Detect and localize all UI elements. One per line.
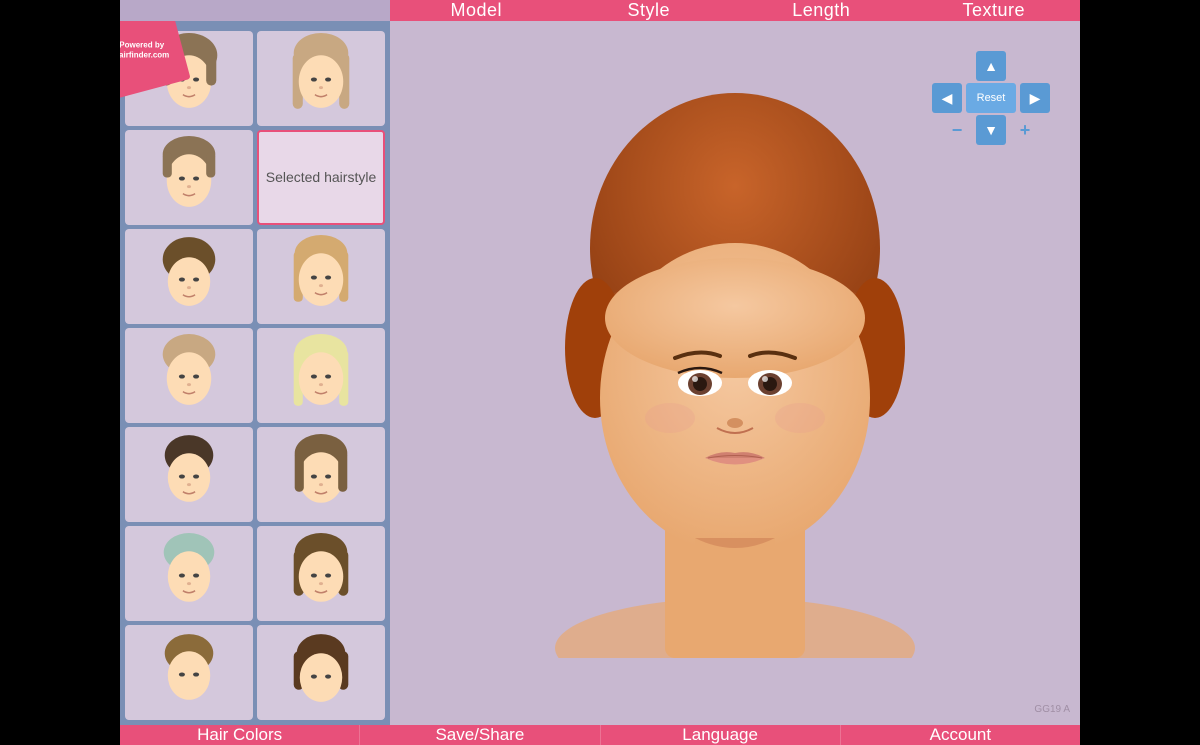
brand-text: Powered by hairfinder.com: [120, 40, 182, 61]
tab-language[interactable]: Language: [601, 725, 841, 745]
model-preview: [495, 88, 975, 658]
selected-hairstyle-label: Selected hairstyle: [266, 168, 377, 186]
hairstyle-thumb-4-selected[interactable]: Selected hairstyle: [257, 130, 385, 225]
move-right-button[interactable]: ▶: [1020, 83, 1050, 113]
top-navigation: Model Style Length Texture: [120, 0, 1080, 21]
hairstyle-thumb-3[interactable]: [125, 130, 253, 225]
tab-style[interactable]: Style: [563, 0, 736, 21]
move-down-button[interactable]: ▼: [976, 115, 1006, 145]
nav-row-top: ▲: [976, 51, 1006, 81]
tab-length[interactable]: Length: [735, 0, 908, 21]
hairstyle-thumb-6[interactable]: [257, 229, 385, 324]
hairstyle-row-2: [125, 229, 385, 324]
tab-model[interactable]: Model: [390, 0, 563, 21]
hairstyle-thumb-8[interactable]: [257, 328, 385, 423]
main-content: Powered by hairfinder.com: [120, 21, 1080, 725]
hairstyle-row-1: Selected hairstyle: [125, 130, 385, 225]
tab-save-share[interactable]: Save/Share: [360, 725, 600, 745]
tab-hair-colors[interactable]: Hair Colors: [120, 725, 360, 745]
hairstyle-row-3: [125, 328, 385, 423]
move-up-button[interactable]: ▲: [976, 51, 1006, 81]
hairstyle-thumb-14[interactable]: [257, 625, 385, 720]
tab-texture[interactable]: Texture: [908, 0, 1081, 21]
hairstyle-thumb-10[interactable]: [257, 427, 385, 522]
top-nav-tabs: Model Style Length Texture: [390, 0, 1080, 21]
zoom-in-button[interactable]: +: [1010, 115, 1040, 145]
hairstyle-row-5: [125, 526, 385, 621]
hairstyle-thumb-7[interactable]: [125, 328, 253, 423]
hairstyle-thumb-12[interactable]: [257, 526, 385, 621]
watermark: GG19 A: [1034, 704, 1070, 715]
hairstyle-thumb-13[interactable]: [125, 625, 253, 720]
hairstyle-row-6: [125, 625, 385, 720]
hairstyle-thumb-5[interactable]: [125, 229, 253, 324]
bottom-navigation: Hair Colors Save/Share Language Account: [120, 725, 1080, 745]
model-face-svg: [495, 88, 975, 658]
sidebar: Powered by hairfinder.com: [120, 21, 390, 725]
nav-spacer: [120, 0, 390, 21]
hairstyle-row-4: [125, 427, 385, 522]
tab-account[interactable]: Account: [841, 725, 1080, 745]
hairstyle-thumb-2[interactable]: [257, 31, 385, 126]
hairstyle-thumb-11[interactable]: [125, 526, 253, 621]
hairstyle-thumb-9[interactable]: [125, 427, 253, 522]
app: Model Style Length Texture Powered by ha…: [120, 0, 1080, 675]
preview-area: ▲ ◀ Reset ▶ − ▼ +: [390, 21, 1080, 725]
